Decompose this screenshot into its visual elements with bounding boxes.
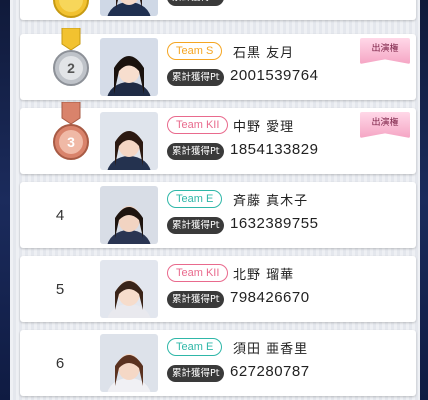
ranking-row-5[interactable]: 5 Team KII 北野 瑠華 累計獲得Pt 798426670 <box>20 256 416 322</box>
avatar <box>100 186 158 244</box>
rank-area <box>20 0 100 20</box>
team-badge: Team KII <box>167 116 229 134</box>
avatar <box>100 112 158 170</box>
rank-number: 4 <box>55 206 65 224</box>
gold-medal-icon <box>53 0 89 18</box>
rank-number: 6 <box>55 354 65 372</box>
avatar <box>100 334 158 392</box>
team-badge: Team E <box>167 190 223 208</box>
member-name: 北野 瑠華 <box>233 268 295 283</box>
avatar <box>100 260 158 318</box>
points-value: 2184351470 <box>230 0 318 4</box>
team-badge: Team KII <box>167 264 229 282</box>
member-name: 斉藤 真木子 <box>233 194 309 209</box>
ranking-row-1[interactable]: 累計獲得Pt 2184351470 <box>20 0 416 20</box>
medal-rank-number: 2 <box>67 60 75 76</box>
points-value: 1632389755 <box>230 215 319 232</box>
points-value: 627280787 <box>230 363 310 380</box>
ranking-row-6[interactable]: 6 Team E 須田 亜香里 累計獲得Pt 627280787 <box>20 330 416 396</box>
member-name: 須田 亜香里 <box>233 342 309 357</box>
team-badge: Team E <box>167 338 223 356</box>
rank-area: 3 <box>20 102 100 174</box>
appearance-right-badge: 出演権 <box>360 38 410 64</box>
member-name: 中野 愛理 <box>233 120 295 135</box>
ranking-row-3[interactable]: 3 Team KII 中野 愛理 累計獲得Pt 1854133829 出演権 <box>20 102 416 174</box>
rank-area: 4 <box>20 182 100 248</box>
appearance-right-badge: 出演権 <box>360 112 410 138</box>
avatar <box>100 0 158 16</box>
points-value: 1854133829 <box>230 141 319 158</box>
points-label: 累計獲得Pt <box>167 0 225 6</box>
avatar <box>100 38 158 96</box>
points-value: 798426670 <box>230 289 310 306</box>
rank-area: 6 <box>20 330 100 396</box>
rank-number: 5 <box>55 280 65 298</box>
medal-rank-number: 3 <box>67 134 75 150</box>
rank-area: 2 <box>20 28 100 100</box>
ranking-panel: 累計獲得Pt 2184351470 2 Team S 石黒 友月 累計獲得Pt … <box>10 0 420 400</box>
rank-area: 5 <box>20 256 100 322</box>
points-label: 累計獲得Pt <box>167 217 225 234</box>
silver-medal-icon: 2 <box>53 28 89 86</box>
points-label: 累計獲得Pt <box>167 143 225 160</box>
team-badge: Team S <box>167 42 223 60</box>
member-name: 石黒 友月 <box>233 46 295 61</box>
points-label: 累計獲得Pt <box>167 291 225 308</box>
bronze-medal-icon: 3 <box>53 102 89 160</box>
ranking-row-4[interactable]: 4 Team E 斉藤 真木子 累計獲得Pt 1632389755 <box>20 182 416 248</box>
points-label: 累計獲得Pt <box>167 365 225 382</box>
points-value: 2001539764 <box>230 67 319 84</box>
ranking-row-2[interactable]: 2 Team S 石黒 友月 累計獲得Pt 2001539764 出演権 <box>20 28 416 100</box>
points-label: 累計獲得Pt <box>167 69 225 86</box>
